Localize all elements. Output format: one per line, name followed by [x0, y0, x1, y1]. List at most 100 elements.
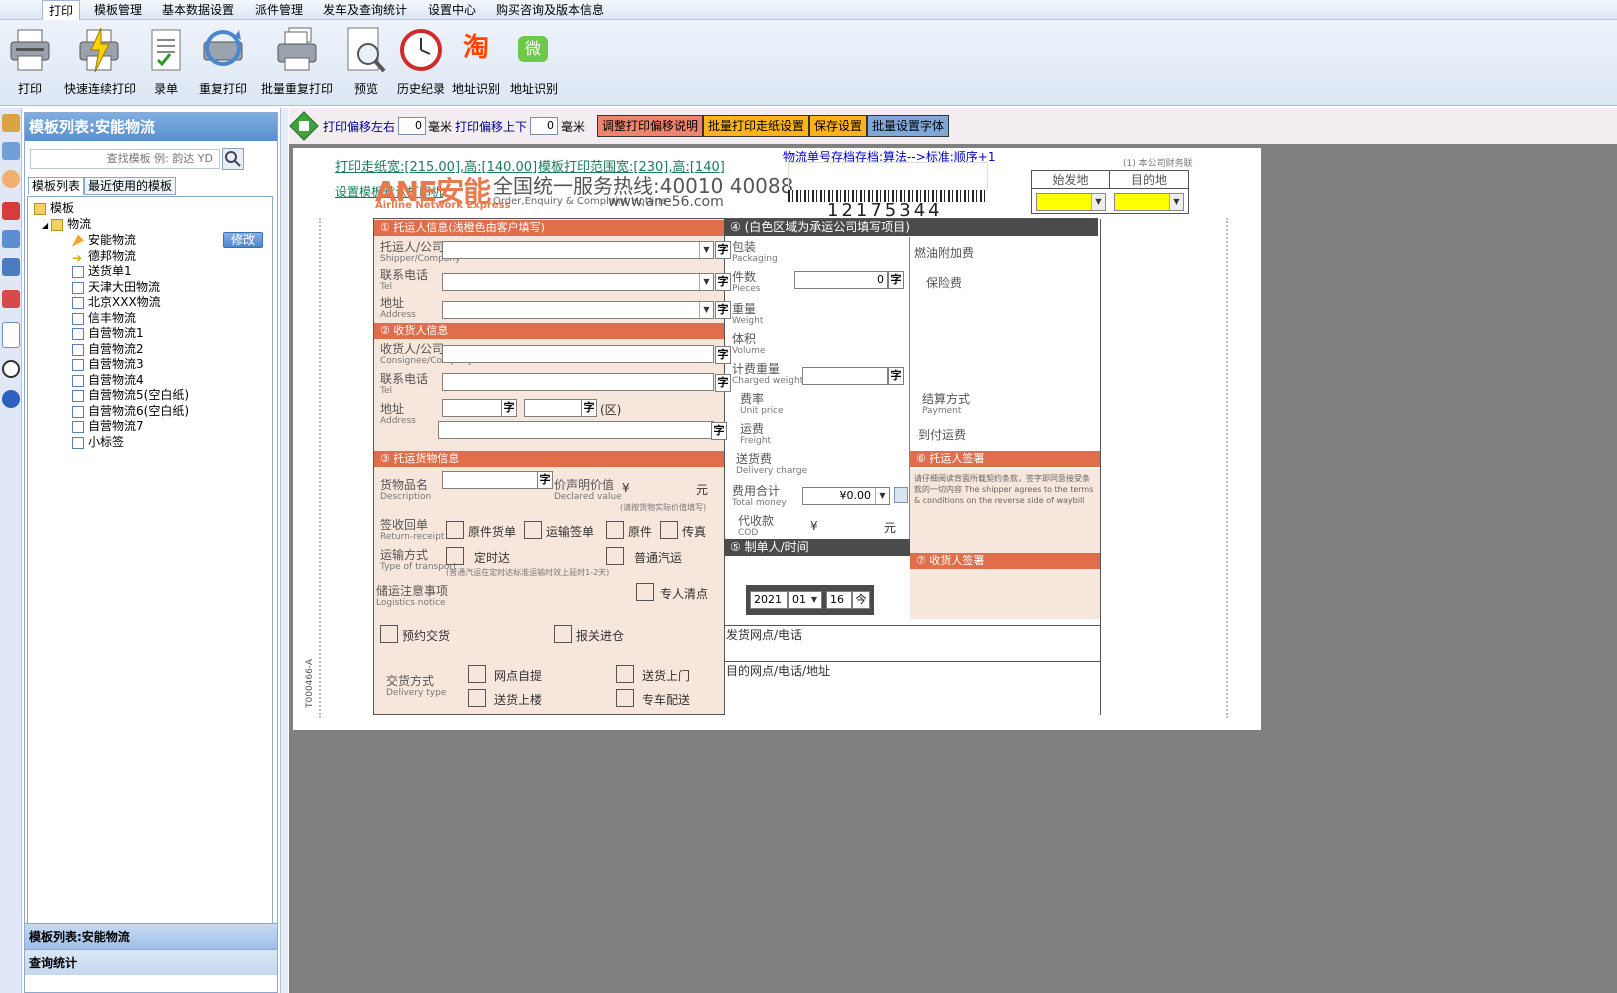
export-icon[interactable] [2, 258, 20, 276]
bottom-tab-template-list[interactable]: 模板列表:安能物流 [25, 923, 277, 949]
month-select[interactable]: 01 ▼ [788, 591, 822, 609]
panel-splitter[interactable] [280, 108, 288, 993]
menu-dispatch[interactable]: 派件管理 [255, 2, 303, 18]
tree-item-ane[interactable]: 安能物流 [72, 233, 136, 247]
batch-paper-settings-button[interactable]: 批量打印走纸设置 [703, 115, 810, 137]
bottom-tab-stats[interactable]: 查询统计 [25, 949, 277, 975]
consignee-address-input[interactable] [438, 421, 714, 439]
tree-item[interactable]: 信丰物流 [72, 311, 136, 325]
receipt-copy-checkbox[interactable] [606, 521, 624, 539]
tree-item[interactable]: ➔ 德邦物流 [72, 249, 136, 265]
font-button[interactable]: 字 [581, 399, 597, 417]
tab-recent-templates[interactable]: 最近使用的模板 [84, 177, 177, 195]
add-icon[interactable] [2, 170, 20, 188]
tree-item[interactable]: 天津大田物流 [72, 280, 160, 294]
search-button[interactable] [222, 148, 244, 170]
origin-select[interactable]: ▼ [1036, 193, 1106, 211]
batch-reprint-button[interactable]: 批量重复打印 [260, 26, 334, 97]
goods-input[interactable] [442, 471, 538, 489]
menu-template-manage[interactable]: 模板管理 [94, 2, 142, 18]
delivery-pickup-checkbox[interactable] [468, 665, 486, 683]
consignee-city-input[interactable] [442, 399, 502, 417]
offset-help-button[interactable]: 调整打印偏移说明 [597, 115, 704, 137]
dest-select[interactable]: ▼ [1114, 193, 1184, 211]
tab-template-list[interactable]: 模板列表 [28, 177, 85, 195]
tree-item[interactable]: 自营物流1 [72, 326, 144, 340]
delete-icon[interactable] [2, 202, 20, 220]
tree-item[interactable]: 自营物流5(空白纸) [72, 388, 189, 402]
font-button[interactable]: 字 [715, 301, 731, 319]
font-button[interactable]: 字 [537, 471, 553, 489]
calculator-icon[interactable] [894, 487, 908, 503]
notice-appointment-checkbox[interactable] [380, 625, 398, 643]
receipt-original-checkbox[interactable] [446, 521, 464, 539]
font-button[interactable]: 字 [715, 273, 731, 291]
day-select[interactable]: 16 [826, 591, 852, 609]
template-search-input[interactable]: 查找模板 例: 韵达 YD [30, 149, 220, 169]
tree-item[interactable]: 北京XXX物流 [72, 295, 161, 309]
year-select[interactable]: 2021 [750, 591, 788, 609]
print-button[interactable]: 打印 [6, 26, 54, 97]
preview-button[interactable]: 预览 [342, 26, 390, 97]
consignee-tel-input[interactable] [442, 373, 714, 391]
transport-timed-checkbox[interactable] [446, 547, 464, 565]
delivery-special-checkbox[interactable] [616, 689, 634, 707]
tree-node-group[interactable]: ◢ 物流 [42, 217, 91, 233]
shipper-address-input[interactable]: ▼ [442, 301, 714, 319]
edit-list-icon[interactable] [2, 114, 20, 132]
ud-offset-input[interactable]: 0 [530, 117, 558, 135]
receipt-sign-checkbox[interactable] [524, 521, 542, 539]
batch-font-button[interactable]: 批量设置字体 [867, 115, 950, 137]
info-icon[interactable] [2, 360, 20, 378]
today-button[interactable]: 今 [852, 591, 870, 609]
font-button[interactable]: 字 [715, 374, 731, 392]
help-icon[interactable] [2, 390, 20, 408]
lr-offset-input[interactable]: 0 [398, 117, 426, 135]
shipper-tel-input[interactable]: ▼ [442, 273, 714, 291]
edit-template-button[interactable]: 修改 [223, 232, 263, 248]
notice-customs-checkbox[interactable] [554, 625, 572, 643]
history-button[interactable]: 历史纪录 [396, 26, 446, 97]
tree-item[interactable]: 自营物流6(空白纸) [72, 404, 189, 418]
green-diamond-icon[interactable] [289, 111, 319, 141]
copy-icon[interactable] [2, 230, 20, 248]
font-button[interactable]: 字 [501, 399, 517, 417]
address-recognition-taobao-button[interactable]: 淘 地址识别 [452, 26, 500, 97]
save-settings-button[interactable]: 保存设置 [809, 115, 868, 137]
delivery-upstairs-checkbox[interactable] [468, 689, 486, 707]
font-button[interactable]: 字 [888, 271, 904, 289]
font-button[interactable]: 字 [711, 422, 727, 440]
charged-weight-input[interactable] [802, 367, 888, 385]
reprint-button[interactable]: 重复打印 [198, 26, 248, 97]
menu-settings[interactable]: 设置中心 [428, 2, 476, 18]
menu-stats[interactable]: 发车及查询统计 [323, 2, 407, 18]
consignee-district-input[interactable] [524, 399, 582, 417]
receipt-fax-checkbox[interactable] [660, 521, 678, 539]
monitor-icon[interactable] [2, 142, 20, 160]
transport-normal-checkbox[interactable] [606, 547, 624, 565]
pin-icon[interactable] [2, 290, 20, 308]
tree-item[interactable]: 自营物流3 [72, 357, 144, 371]
pieces-input[interactable]: 0 [794, 271, 888, 289]
menu-basic-data[interactable]: 基本数据设置 [162, 2, 234, 18]
chevron-down-icon[interactable]: ▼ [875, 488, 889, 504]
menu-purchase[interactable]: 购买咨询及版本信息 [496, 2, 604, 18]
menu-print[interactable]: 打印 [42, 0, 81, 20]
page-icon[interactable] [2, 322, 20, 348]
font-button[interactable]: 字 [888, 367, 904, 385]
tree-item[interactable]: 自营物流7 [72, 419, 144, 433]
address-recognition-wechat-button[interactable]: 微 地址识别 [510, 26, 558, 97]
font-button[interactable]: 字 [715, 346, 731, 364]
tree-item[interactable]: 送货单1 [72, 264, 132, 278]
font-button[interactable]: 字 [715, 241, 731, 259]
consignee-input[interactable] [442, 345, 714, 363]
tree-item[interactable]: 自营物流2 [72, 342, 144, 356]
delivery-door-checkbox[interactable] [616, 665, 634, 683]
notice-count-checkbox[interactable] [636, 583, 654, 601]
tree-item[interactable]: 自营物流4 [72, 373, 144, 387]
shipper-input[interactable]: ▼ [442, 241, 714, 259]
tree-item[interactable]: 小标签 [72, 435, 124, 449]
quick-continuous-print-button[interactable]: 快速连续打印 [64, 26, 136, 97]
record-button[interactable]: 录单 [144, 26, 188, 97]
tree-node-root[interactable]: 模板 [34, 201, 74, 215]
